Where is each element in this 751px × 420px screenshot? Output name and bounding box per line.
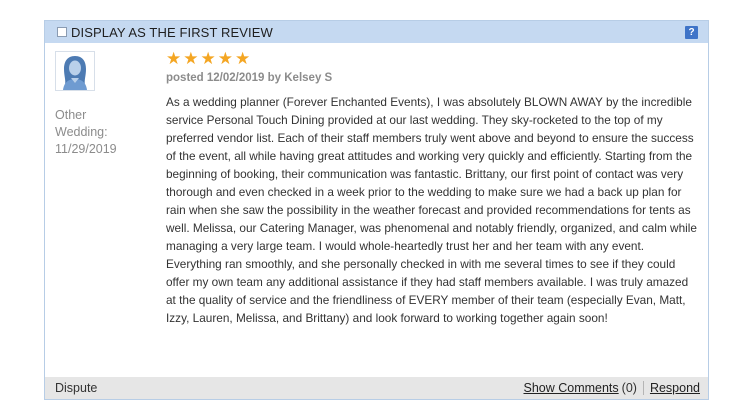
show-comments-link[interactable]: Show Comments (523, 381, 618, 395)
first-review-label[interactable]: DISPLAY AS THE FIRST REVIEW (71, 25, 273, 40)
reviewer-type: Other (55, 108, 87, 122)
star-icon: ★ (166, 49, 182, 68)
event-label: Wedding: (55, 125, 108, 139)
reviewer-meta: Other Wedding: 11/29/2019 (55, 107, 155, 158)
respond-link[interactable]: Respond (650, 381, 700, 395)
review-header: DISPLAY AS THE FIRST REVIEW ? (45, 21, 708, 43)
review-card: DISPLAY AS THE FIRST REVIEW ? Other Wedd… (44, 20, 709, 400)
star-icon: ★ (183, 49, 199, 68)
help-icon[interactable]: ? (685, 25, 698, 39)
star-rating: ★ ★ ★ ★ ★ (166, 49, 696, 68)
star-icon: ★ (217, 49, 233, 68)
star-icon: ★ (235, 49, 251, 68)
review-body: Other Wedding: 11/29/2019 ★ ★ ★ ★ ★ posted 1… (45, 43, 708, 376)
event-date: 11/29/2019 (55, 142, 117, 156)
review-content: ★ ★ ★ ★ ★ posted 12/02/2019 by Kelsey S As a… (166, 49, 697, 327)
posted-line: posted 12/02/2019 by Kelsey S (166, 72, 333, 84)
review-text: As a wedding planner (Forever Enchanted … (166, 95, 697, 325)
dispute-link[interactable]: Dispute (55, 381, 97, 395)
first-review-checkbox[interactable] (57, 27, 67, 37)
reviewer-info: Other Wedding: 11/29/2019 (55, 51, 155, 158)
footer-actions: Show Comments (0) Respond (523, 381, 700, 395)
divider (642, 381, 644, 395)
star-icon: ★ (200, 49, 216, 68)
review-footer: Dispute Show Comments (0) Respond (45, 377, 708, 399)
person-avatar-icon (55, 51, 95, 91)
comment-count: (0) (621, 381, 637, 395)
